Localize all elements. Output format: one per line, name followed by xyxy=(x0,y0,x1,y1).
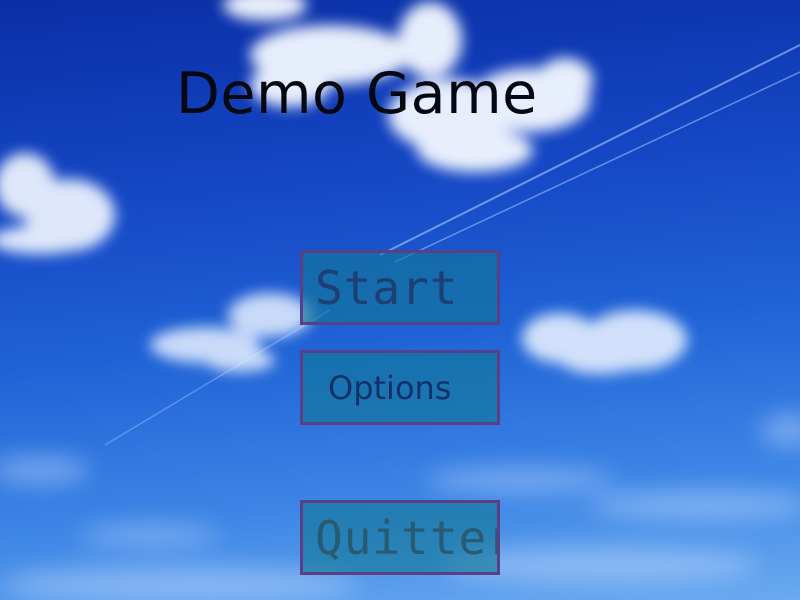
start-button-label: Start xyxy=(315,260,459,315)
game-title: Demo Game xyxy=(176,61,538,127)
start-button[interactable]: Start xyxy=(300,250,500,325)
cloud-mid-left xyxy=(150,293,312,372)
options-button[interactable]: Options xyxy=(300,350,500,425)
quit-button-label: Quitter xyxy=(315,510,500,565)
cloud-left xyxy=(0,153,115,254)
main-menu-screen: Demo Game Start Options Quitter xyxy=(0,0,800,600)
quit-button[interactable]: Quitter xyxy=(300,500,500,575)
options-button-label: Options xyxy=(328,368,452,407)
cloud-right xyxy=(522,310,687,374)
